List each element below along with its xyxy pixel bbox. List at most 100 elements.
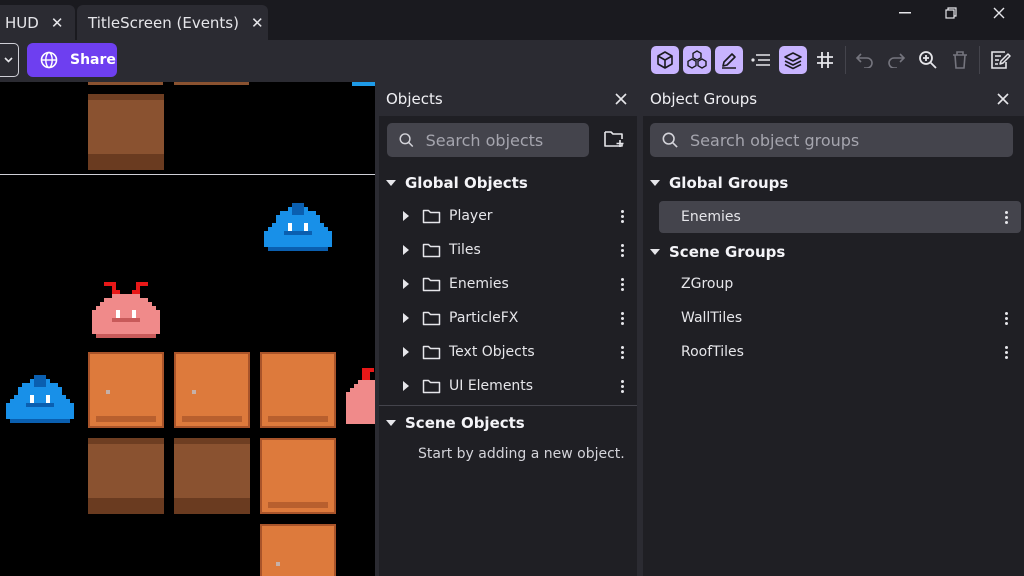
wall-tile[interactable] [260,438,336,514]
add-folder-icon[interactable] [603,129,625,151]
caret-right-icon [403,245,409,255]
window-close-icon[interactable] [976,0,1022,26]
tab-titlescreen-events[interactable]: TitleScreen (Events) ✕ [77,5,268,40]
share-label: Share [70,52,116,68]
scene-toolbar: Share [0,40,1024,82]
edit-events-icon[interactable] [986,46,1014,74]
wall-tile[interactable] [260,352,336,428]
title-bar: HUD ✕ TitleScreen (Events) ✕ [0,0,1024,40]
scene-canvas[interactable] [0,82,375,576]
dropdown-button[interactable] [0,43,19,77]
more-options-icon[interactable] [617,342,627,362]
search-icon [662,132,678,148]
caret-down-icon [650,249,660,255]
folder-row-ui-elements[interactable]: UI Elements [400,370,636,402]
group-label: ZGroup [681,276,734,292]
folder-label: Text Objects [449,344,535,360]
section-label: Scene Groups [669,243,786,261]
more-options-icon[interactable] [617,240,627,260]
folder-row-text-objects[interactable]: Text Objects [400,336,636,368]
folder-label: Tiles [449,242,481,258]
wall-tile[interactable] [260,524,336,576]
caret-right-icon [403,313,409,323]
caret-right-icon [403,279,409,289]
roof-tile[interactable] [88,438,164,514]
roof-tile[interactable] [88,94,164,170]
scene-groups-section[interactable]: Scene Groups [648,241,785,263]
more-options-icon[interactable] [617,206,627,226]
search-objects-input[interactable] [425,130,589,150]
more-options-icon[interactable] [1001,308,1011,328]
toolbar-divider [845,46,846,74]
pink-slime-sprite[interactable] [346,368,375,428]
more-options-icon[interactable] [1001,207,1011,227]
more-options-icon[interactable] [1001,342,1011,362]
group-label: WallTiles [681,310,743,326]
search-objects-field[interactable] [387,123,589,157]
group-label: Enemies [681,209,741,225]
close-icon[interactable] [612,90,630,108]
tile-edge [88,82,163,85]
folder-icon [422,243,441,258]
restore-icon[interactable] [928,0,974,26]
folder-label: ParticleFX [449,310,519,326]
search-object-groups-input[interactable] [690,130,1013,150]
more-options-icon[interactable] [617,274,627,294]
wall-tile[interactable] [88,352,164,428]
trash-icon[interactable] [946,46,974,74]
toolbar-divider [979,46,980,74]
group-row-walltiles[interactable]: WallTiles [681,302,1001,334]
section-label: Global Groups [669,174,789,192]
wall-tile[interactable] [174,352,250,428]
folder-row-enemies[interactable]: Enemies [400,268,636,300]
close-icon[interactable]: ✕ [51,14,64,32]
global-groups-section[interactable]: Global Groups [648,172,788,194]
caret-down-icon [386,420,396,426]
more-options-icon[interactable] [617,376,627,396]
group-row-zgroup[interactable]: ZGroup [681,268,1001,300]
folder-icon [422,379,441,394]
tile-edge [352,82,375,86]
search-icon [399,133,414,147]
group-row-rooftiles[interactable]: RoofTiles [681,336,1001,368]
pink-slime-sprite[interactable] [88,282,164,342]
global-objects-section[interactable]: Global Objects [384,172,528,194]
layers-icon[interactable] [779,46,807,74]
roof-tile[interactable] [174,438,250,514]
redo-icon[interactable] [882,46,910,74]
folder-icon [422,311,441,326]
tab-hud[interactable]: HUD ✕ [0,5,75,40]
scene-objects-section[interactable]: Scene Objects [384,412,525,434]
caret-right-icon [403,211,409,221]
blue-slime-sprite[interactable] [260,202,336,256]
folder-row-tiles[interactable]: Tiles [400,234,636,266]
object-groups-panel-header: Object Groups [641,82,1024,116]
folder-label: Player [449,208,493,224]
minimize-icon[interactable] [882,0,928,26]
group-row-enemies[interactable]: Enemies [659,201,1021,233]
folder-row-particlefx[interactable]: ParticleFX [400,302,636,334]
section-divider [379,405,637,406]
grid-icon[interactable] [811,46,839,74]
folder-icon [422,209,441,224]
caret-right-icon [403,347,409,357]
blue-slime-sprite[interactable] [2,374,78,428]
close-icon[interactable] [994,90,1012,108]
list-icon[interactable] [747,46,775,74]
more-options-icon[interactable] [617,308,627,328]
caret-down-icon [650,180,660,186]
caret-down-icon [386,180,396,186]
object-3d-icon[interactable] [651,46,679,74]
section-label: Global Objects [405,174,528,192]
tab-label: TitleScreen (Events) [88,13,239,32]
search-object-groups-field[interactable] [650,123,1013,157]
edit-icon[interactable] [715,46,743,74]
instances-icon[interactable] [683,46,711,74]
tab-label: HUD [5,13,39,32]
globe-icon [40,51,58,69]
share-button[interactable]: Share [27,43,117,77]
folder-row-player[interactable]: Player [400,200,636,232]
zoom-icon[interactable] [914,46,942,74]
close-icon[interactable]: ✕ [251,14,264,32]
undo-icon[interactable] [851,46,879,74]
